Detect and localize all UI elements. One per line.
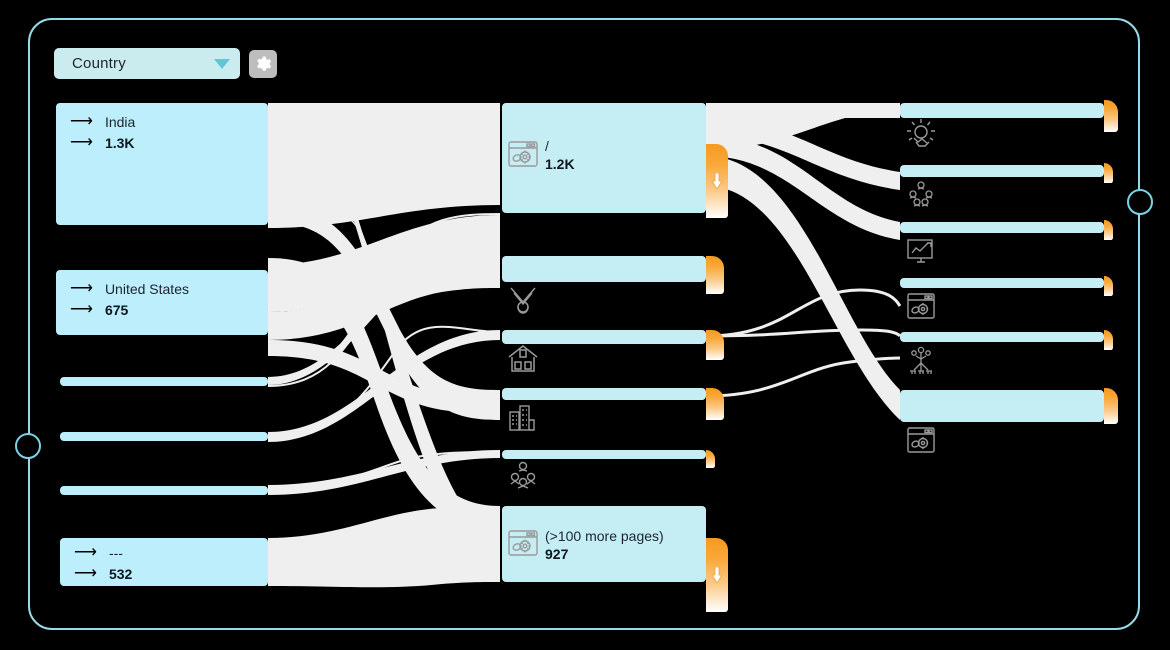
sankey-node-target-5[interactable] <box>900 332 1104 342</box>
node-title-row: ⟶ India <box>70 113 135 131</box>
arrow-right-icon: ⟶ <box>74 544 97 561</box>
node-value-row: ⟶ 1.3K <box>70 134 135 152</box>
sankey-node-source-other[interactable]: ⟶ --- ⟶ 532 <box>60 538 268 586</box>
node-value: 675 <box>104 302 129 318</box>
node-value: 532 <box>108 566 133 582</box>
person-roots-icon <box>903 343 939 379</box>
node-title-row: ⟶ --- <box>74 544 132 562</box>
node-label-block: ⟶ India ⟶ 1.3K <box>70 113 135 152</box>
node-title-row: ⟶ United States <box>70 280 189 298</box>
collapse-tab-middle-3[interactable] <box>706 330 724 360</box>
node-label: --- <box>108 545 123 561</box>
people-network-icon <box>903 178 939 214</box>
handshake-sun-icon <box>903 116 939 152</box>
resize-handle-right[interactable] <box>1127 189 1153 215</box>
chevrons-down-icon <box>505 282 541 318</box>
sankey-node-middle-2[interactable] <box>502 256 706 282</box>
arrow-right-icon: ⟶ <box>74 565 97 582</box>
sankey-node-source-3[interactable] <box>60 377 268 386</box>
gear-icon <box>257 56 272 71</box>
node-value-row: ⟶ 532 <box>74 565 132 583</box>
dimension-dropdown[interactable]: Country <box>54 48 240 79</box>
monitor-chart-icon <box>903 234 939 270</box>
node-label-block: ⟶ United States ⟶ 675 <box>70 280 189 319</box>
sankey-node-target-2[interactable] <box>900 165 1104 177</box>
sankey-node-middle-4[interactable] <box>502 388 706 400</box>
toolbar: Country <box>54 48 277 79</box>
sankey-node-source-5[interactable] <box>60 486 268 495</box>
node-label: India <box>104 114 136 130</box>
app-root: ⟶ India ⟶ 1.3K ⟶ United States ⟶ 675 ⟶ -… <box>0 0 1170 650</box>
chevron-down-icon <box>214 58 230 69</box>
link-group-source-to-middle <box>267 103 501 588</box>
sankey-node-target-3[interactable] <box>900 222 1104 233</box>
arrow-right-icon: ⟶ <box>70 280 93 297</box>
buildings-icon <box>505 400 541 436</box>
node-value: 1.3K <box>104 135 135 151</box>
arrow-down-icon <box>711 173 723 189</box>
sankey-node-india[interactable]: ⟶ India ⟶ 1.3K <box>56 103 268 225</box>
sankey-node-target-4[interactable] <box>900 278 1104 288</box>
people-group-icon <box>505 458 541 494</box>
collapse-tab-middle-4[interactable] <box>706 388 724 420</box>
page-gear-icon <box>505 136 541 172</box>
collapse-tab-middle-2[interactable] <box>706 256 724 294</box>
arrow-right-icon: ⟶ <box>70 301 93 318</box>
node-label: United States <box>104 281 189 297</box>
settings-button[interactable] <box>249 49 277 78</box>
resize-handle-left[interactable] <box>15 433 41 459</box>
dimension-dropdown-label: Country <box>72 55 126 72</box>
collapse-tab-root-page[interactable] <box>706 144 728 218</box>
node-label-block: ⟶ --- ⟶ 532 <box>74 544 132 583</box>
browser-gear-icon <box>903 288 939 324</box>
sankey-node-target-6[interactable] <box>900 390 1104 422</box>
node-value-row: ⟶ 675 <box>70 301 189 319</box>
sankey-node-united-states[interactable]: ⟶ United States ⟶ 675 <box>56 270 268 335</box>
sankey-node-source-4[interactable] <box>60 432 268 441</box>
browser-gear-icon <box>903 422 939 458</box>
arrow-right-icon: ⟶ <box>70 134 93 151</box>
collapse-tab-target-1[interactable] <box>1104 100 1118 132</box>
arrow-down-icon <box>711 567 723 583</box>
collapse-tab-more-pages[interactable] <box>706 538 728 612</box>
page-gear-icon <box>505 525 541 561</box>
collapse-tab-target-6[interactable] <box>1104 388 1118 424</box>
house-icon <box>505 341 541 377</box>
link-group-middle-to-target <box>705 103 902 420</box>
arrow-right-icon: ⟶ <box>70 113 93 130</box>
